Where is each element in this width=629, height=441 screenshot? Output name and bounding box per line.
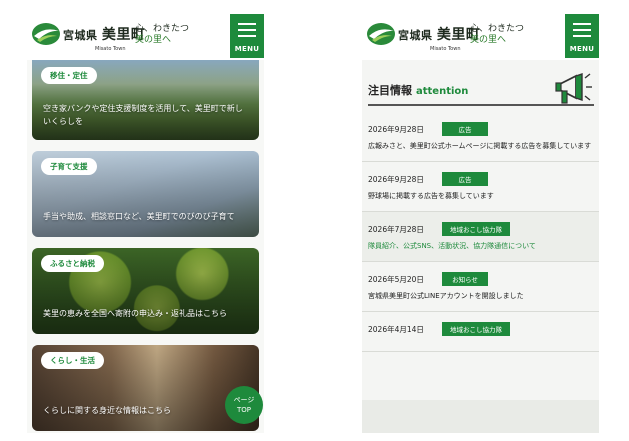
town-logo-icon[interactable] (366, 22, 396, 46)
megaphone-icon (555, 73, 592, 104)
news-category-badge: 広告 (442, 172, 488, 186)
news-date: 2026年9月28日 (368, 174, 424, 184)
news-date: 2026年9月28日 (368, 124, 424, 134)
card-childcare[interactable]: 子育て支援 手当や助成、相談窓口など、美里町でのびのび子育て (32, 151, 259, 237)
news-date: 2026年4月14日 (368, 324, 424, 334)
menu-icon (573, 23, 591, 41)
news-category-badge: お知らせ (442, 272, 488, 286)
attention-divider (368, 104, 594, 106)
news-category-badge: 広告 (442, 122, 488, 136)
town-logo-icon[interactable] (31, 22, 61, 46)
card-tag: ふるさと納税 (41, 255, 104, 272)
news-item[interactable]: 2026年4月14日 地域おこし協力隊 (362, 312, 599, 352)
site-logo-text[interactable]: 宮城県 美里町 Misato Town (398, 24, 480, 52)
news-title[interactable]: 隊員紹介、公式SNS、活動状況、協力隊通信について (368, 241, 593, 252)
card-text: 空き家バンクや定住支援制度を活用して、美里町で新しいくらしを (43, 104, 243, 126)
logo-subtitle: Misato Town (430, 46, 461, 52)
card-text: 手当や助成、相談窓口など、美里町でのびのび子育て (43, 212, 235, 221)
attention-title: 注目情報 attention (368, 84, 469, 97)
logo-title: 宮城県 美里町 (63, 27, 146, 43)
site-header: 宮城県 美里町 Misato Town 心、わきたつ 美の里へ MENU (362, 8, 599, 60)
footer-band (362, 400, 599, 433)
tagline: 心、わきたつ 美の里へ (470, 24, 525, 45)
card-furusato-tax[interactable]: ふるさと納税 美里の恵みを全国へ寄附の申込み・返礼品はこちら (32, 248, 259, 334)
news-date: 2026年5月20日 (368, 274, 424, 284)
news-category-badge: 地域おこし協力隊 (442, 322, 510, 336)
attention-section-header: 注目情報 attention (362, 60, 599, 108)
menu-label: MENU (569, 45, 595, 53)
site-header: 宮城県 美里町 Misato Town 心、わきたつ 美の里へ MENU (27, 8, 264, 60)
card-tag: 移住・定住 (41, 67, 97, 84)
news-title[interactable]: 野球場に掲載する広告を募集しています (368, 191, 593, 202)
category-card-list: 移住・定住 空き家バンクや定住支援制度を活用して、美里町で新しいくらしを 子育て… (32, 60, 259, 433)
logo-subtitle: Misato Town (95, 46, 126, 52)
news-category-badge: 地域おこし協力隊 (442, 222, 510, 236)
logo-title: 宮城県 美里町 (398, 27, 481, 43)
tagline: 心、わきたつ 美の里へ (135, 24, 190, 45)
card-tag: くらし・生活 (41, 352, 104, 369)
menu-button[interactable]: MENU (230, 14, 264, 58)
right-phone-screen: 宮城県 美里町 Misato Town 心、わきたつ 美の里へ MENU 注目情… (362, 8, 599, 433)
news-item[interactable]: 2026年5月20日 お知らせ 宮城県美里町公式LINEアカウントを開設しました (362, 262, 599, 312)
news-list: 2026年9月28日 広告 広報みさと、美里町公式ホームページに掲載する広告を募集… (362, 112, 599, 352)
menu-label: MENU (234, 45, 260, 53)
card-text: 美里の恵みを全国へ寄附の申込み・返礼品はこちら (43, 309, 227, 318)
card-tag: 子育て支援 (41, 158, 97, 175)
menu-icon (238, 23, 256, 41)
card-text: くらしに関する身近な情報はこちら (43, 406, 171, 415)
menu-button[interactable]: MENU (565, 14, 599, 58)
page-top-button[interactable]: ページ TOP (225, 386, 263, 424)
news-title[interactable]: 広報みさと、美里町公式ホームページに掲載する広告を募集しています (368, 141, 593, 152)
site-logo-text[interactable]: 宮城県 美里町 Misato Town (63, 24, 145, 52)
news-item[interactable]: 2026年9月28日 広告 野球場に掲載する広告を募集しています (362, 162, 599, 212)
news-title[interactable]: 宮城県美里町公式LINEアカウントを開設しました (368, 291, 593, 302)
left-phone-screen: 宮城県 美里町 Misato Town 心、わきたつ 美の里へ MENU 移住・… (27, 8, 264, 433)
news-item[interactable]: 2026年7月28日 地域おこし協力隊 隊員紹介、公式SNS、活動状況、協力隊通信… (362, 212, 599, 262)
card-living[interactable]: くらし・生活 くらしに関する身近な情報はこちら (32, 345, 259, 431)
news-date: 2026年7月28日 (368, 224, 424, 234)
news-item[interactable]: 2026年9月28日 広告 広報みさと、美里町公式ホームページに掲載する広告を募集… (362, 112, 599, 162)
card-migration[interactable]: 移住・定住 空き家バンクや定住支援制度を活用して、美里町で新しいくらしを (32, 60, 259, 140)
